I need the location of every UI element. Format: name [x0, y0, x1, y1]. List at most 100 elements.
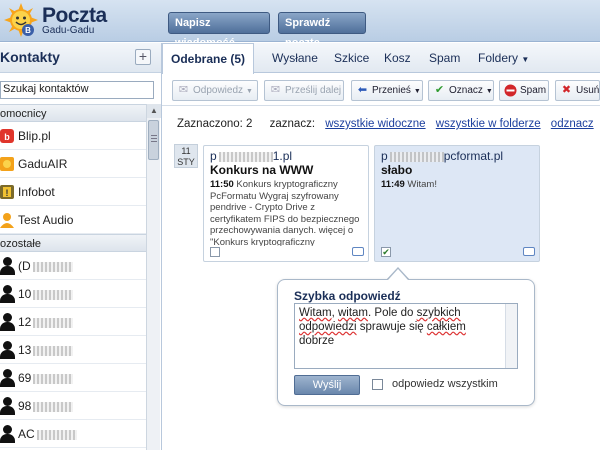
forward-envelope-icon: ✉	[270, 84, 281, 96]
message-snippet: 11:49 Witam!	[381, 179, 539, 246]
contact-name: 98	[18, 399, 32, 413]
check-icon: ✔	[434, 84, 445, 96]
selection-bar: Zaznaczono: 2 zaznacz: wszystkie widoczn…	[177, 118, 594, 130]
mark-label: Oznacz	[449, 85, 483, 96]
contact-item[interactable]: GaduAIR	[0, 150, 146, 178]
blurred-text	[33, 317, 74, 328]
folders-label: Foldery	[478, 51, 519, 65]
contacts-scrollbar[interactable]: ▲	[146, 104, 161, 450]
contact-item[interactable]: 12	[0, 308, 146, 336]
tab-inbox[interactable]: Odebrane (5)	[162, 43, 255, 74]
move-arrow-icon: ⬅	[357, 84, 368, 96]
message-card[interactable]: p 1.pl Konkurs na WWW 11:50 Konkurs krypt…	[203, 145, 369, 262]
spell-word: odpowiedzi	[299, 321, 357, 333]
quick-reply-title: Szybka odpowiedź	[294, 289, 401, 303]
check-mail-button[interactable]: Sprawdź pocztę	[278, 12, 366, 49]
chevron-down-icon: ▼	[413, 88, 421, 95]
infobot-icon: !	[0, 185, 14, 199]
person-icon	[0, 425, 15, 443]
person-icon	[0, 257, 15, 275]
delete-x-icon: ✖	[561, 84, 572, 96]
contact-search-input[interactable]: Szukaj kontaktów	[0, 81, 154, 99]
date-day: 11	[181, 146, 191, 156]
spam-button[interactable]: Spam	[499, 80, 549, 101]
move-button[interactable]: ⬅ Przenieś ▼	[351, 80, 423, 101]
text-part: sprawuje się	[356, 321, 427, 333]
contact-item[interactable]: 98	[0, 392, 146, 420]
contact-item[interactable]: 69	[0, 364, 146, 392]
blurred-text	[33, 401, 74, 412]
text-part: . Pole do	[368, 307, 417, 319]
svg-text:b: b	[4, 132, 10, 142]
message-from: p pcformat.pl	[381, 149, 503, 163]
group-header-helpers[interactable]: omocnicy	[0, 104, 146, 122]
message-checkbox[interactable]	[210, 247, 220, 257]
contact-item[interactable]: b Blip.pl	[0, 122, 146, 150]
add-contact-button[interactable]: +	[135, 49, 151, 65]
app-header: B Poczta Gadu-Gadu Napisz wiadomość Spra…	[0, 0, 600, 49]
test-audio-icon	[0, 213, 14, 228]
delete-button[interactable]: ✖ Usuń	[555, 80, 600, 101]
contact-item[interactable]: Test Audio	[0, 206, 146, 234]
chevron-down-icon: ▼	[485, 88, 493, 95]
message-subject: słabo	[381, 163, 413, 177]
contact-item[interactable]: (D	[0, 252, 146, 280]
group-header-others[interactable]: ozostałe	[0, 234, 146, 252]
reply-all-checkbox[interactable]	[372, 379, 383, 390]
blurred-text	[218, 151, 273, 162]
reply-button[interactable]: ✉ Odpowiedz ▼	[172, 80, 258, 101]
write-message-button[interactable]: Napisz wiadomość	[168, 12, 270, 49]
reply-all-label: odpowiedz wszystkim	[392, 378, 498, 390]
forward-button[interactable]: ✉ Prześlij dalej	[264, 80, 344, 101]
message-checkbox-checked[interactable]: ✔	[381, 247, 391, 257]
move-label: Przenieś	[372, 85, 411, 96]
blurred-text	[389, 151, 444, 162]
message-snippet: 11:50 Konkurs kryptograficzny PcFormatu …	[210, 179, 368, 246]
contacts-sidebar: Kontakty + Szukaj kontaktów omocnicy b B…	[0, 43, 162, 450]
from-prefix: p	[210, 149, 217, 163]
spell-word: Witam	[299, 307, 332, 319]
quick-reply-textarea[interactable]: Witam, witam. Pole do szybkich odpowiedz…	[294, 303, 518, 369]
contact-item[interactable]: 10	[0, 280, 146, 308]
scroll-thumb[interactable]	[148, 120, 159, 160]
chevron-down-icon: ▼	[246, 88, 253, 95]
mark-button[interactable]: ✔ Oznacz ▼	[428, 80, 494, 101]
from-suffix: pcformat.pl	[443, 149, 504, 163]
contacts-title: Kontakty	[0, 49, 60, 65]
unselect-link[interactable]: odznacz	[551, 118, 594, 130]
select-all-in-folder-link[interactable]: wszystkie w folderze	[436, 118, 541, 130]
mail-tabs: Odebrane (5) Wysłane Szkice Kosz Spam Fo…	[162, 43, 600, 74]
textarea-scrollbar[interactable]	[505, 304, 517, 368]
contact-item[interactable]: ! Infobot	[0, 178, 146, 206]
contact-name: Test Audio	[18, 213, 74, 227]
contact-item[interactable]: 13	[0, 336, 146, 364]
quick-reply-bubble-icon[interactable]	[523, 247, 535, 256]
app-subtitle: Gadu-Gadu	[42, 25, 95, 36]
person-icon	[0, 369, 15, 387]
contact-item[interactable]: AC	[0, 420, 146, 448]
contact-list: omocnicy b Blip.pl GaduAIR ! Infobot Tes…	[0, 104, 146, 448]
contact-name: 69	[18, 371, 32, 385]
tab-spam[interactable]: Spam	[429, 43, 460, 73]
tab-trash[interactable]: Kosz	[384, 43, 411, 73]
tab-folders[interactable]: Foldery ▼	[478, 43, 529, 73]
message-card-selected[interactable]: p pcformat.pl słabo 11:49 Witam! ✔	[374, 145, 540, 262]
selected-count: Zaznaczono: 2	[177, 118, 253, 130]
tab-sent[interactable]: Wysłane	[272, 43, 318, 73]
blurred-text	[33, 345, 74, 356]
message-snippet-text: Witam!	[407, 179, 437, 190]
forward-label: Prześlij dalej	[285, 85, 342, 96]
send-button[interactable]: Wyślij	[294, 375, 360, 395]
delete-label: Usuń	[576, 85, 600, 96]
message-from: p 1.pl	[210, 149, 292, 163]
scroll-up-arrow-icon[interactable]: ▲	[147, 104, 161, 118]
quick-reply-popup: Szybka odpowiedź Witam, witam. Pole do s…	[277, 279, 535, 406]
contact-name: Blip.pl	[18, 129, 51, 143]
quick-reply-bubble-icon[interactable]	[352, 247, 364, 256]
select-all-visible-link[interactable]: wszystkie widoczne	[325, 118, 425, 130]
tab-drafts[interactable]: Szkice	[334, 43, 369, 73]
popup-pointer-inner	[388, 269, 408, 280]
gadu-gadu-sun-logo-icon: B	[4, 3, 38, 37]
spell-word: szybkich	[416, 307, 461, 319]
spam-label: Spam	[520, 85, 547, 96]
